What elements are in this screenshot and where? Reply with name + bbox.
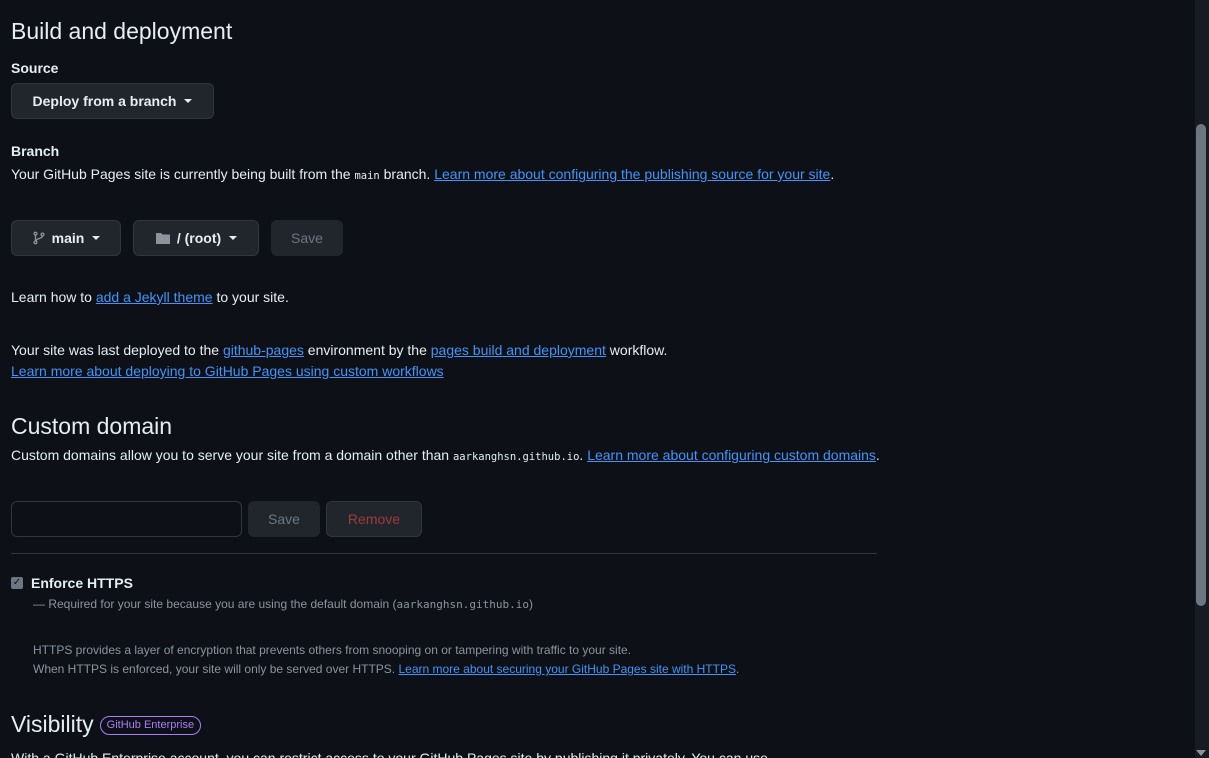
github-enterprise-badge: GitHub Enterprise bbox=[99, 715, 202, 735]
https-required-text: — Required for your site because you are… bbox=[33, 597, 397, 611]
build-heading: Build and deployment bbox=[11, 18, 233, 44]
https-required-note: — Required for your site because you are… bbox=[33, 597, 533, 611]
folder-select-button[interactable]: / (root) bbox=[133, 220, 259, 256]
branch-controls: main / (root) Save bbox=[11, 220, 343, 256]
last-deploy-line: Your site was last deployed to the githu… bbox=[11, 340, 667, 360]
branch-description: Your GitHub Pages site is currently bein… bbox=[11, 164, 881, 186]
publishing-source-link[interactable]: Learn more about configuring the publish… bbox=[434, 166, 830, 182]
branch-select-label: main bbox=[51, 230, 85, 246]
https-default-domain-code: aarkanghsn.github.io bbox=[396, 598, 529, 611]
visibility-heading: Visibility bbox=[11, 711, 94, 737]
github-pages-env-link[interactable]: github-pages bbox=[223, 342, 304, 358]
enforce-https-label: Enforce HTTPS bbox=[31, 575, 133, 591]
source-dropdown-label: Deploy from a branch bbox=[32, 93, 177, 109]
custom-domain-input[interactable] bbox=[11, 501, 242, 537]
deploy-text: Your site was last deployed to the bbox=[11, 342, 223, 358]
https-info-text: When HTTPS is enforced, your site will o… bbox=[33, 662, 399, 676]
custom-domain-save-button[interactable]: Save bbox=[248, 501, 320, 537]
custom-workflows-line: Learn more about deploying to GitHub Pag… bbox=[11, 361, 444, 381]
deploy-text-mid: environment by the bbox=[303, 342, 431, 358]
scroll-down-arrow-icon[interactable] bbox=[1196, 750, 1206, 756]
section-divider bbox=[11, 553, 877, 554]
deploy-text-end: workflow. bbox=[605, 342, 668, 358]
jekyll-theme-line: Learn how to add a Jekyll theme to your … bbox=[11, 287, 289, 307]
https-info-end: . bbox=[735, 662, 740, 676]
branch-desc-text: Your GitHub Pages site is currently bein… bbox=[11, 166, 355, 182]
enforce-https-checkbox[interactable]: ✓ bbox=[11, 577, 23, 589]
source-dropdown[interactable]: Deploy from a branch bbox=[11, 83, 214, 119]
branch-code: main bbox=[354, 170, 380, 182]
https-info-line-1: HTTPS provides a layer of encryption tha… bbox=[33, 643, 632, 657]
jekyll-text: Learn how to bbox=[11, 289, 96, 305]
git-branch-icon bbox=[33, 231, 45, 245]
custom-workflows-link[interactable]: Learn more about deploying to GitHub Pag… bbox=[11, 363, 444, 379]
https-required-end: ) bbox=[529, 597, 533, 611]
configure-custom-domains-link[interactable]: Learn more about configuring custom doma… bbox=[587, 447, 876, 463]
custom-domain-text-end: . bbox=[875, 447, 880, 463]
visibility-description: With a GitHub Enterprise account, you ca… bbox=[11, 750, 768, 758]
build-section: Build and deployment bbox=[11, 12, 232, 45]
chevron-down-icon bbox=[92, 236, 101, 240]
pages-workflow-link[interactable]: pages build and deployment bbox=[431, 342, 606, 358]
scrollbar-thumb[interactable] bbox=[1196, 124, 1206, 606]
branch-save-button[interactable]: Save bbox=[271, 220, 343, 256]
default-domain-code: aarkanghsn.github.io bbox=[452, 451, 580, 463]
visibility-heading-row: Visibility GitHub Enterprise bbox=[11, 710, 202, 738]
source-label: Source bbox=[11, 60, 59, 76]
branch-desc-end: . bbox=[830, 166, 835, 182]
custom-domain-controls: Save Remove bbox=[11, 501, 422, 537]
securing-https-link[interactable]: Learn more about securing your GitHub Pa… bbox=[398, 662, 736, 676]
enforce-https-row: ✓ Enforce HTTPS bbox=[11, 575, 133, 591]
jekyll-theme-link[interactable]: add a Jekyll theme bbox=[96, 289, 213, 305]
custom-domain-text: Custom domains allow you to serve your s… bbox=[11, 447, 453, 463]
folder-select-label: / (root) bbox=[176, 230, 222, 246]
custom-domain-description: Custom domains allow you to serve your s… bbox=[11, 445, 881, 467]
custom-domain-remove-button[interactable]: Remove bbox=[326, 501, 422, 537]
folder-icon bbox=[155, 233, 170, 244]
branch-desc-text-2: branch. bbox=[379, 166, 435, 182]
https-info-line-2: When HTTPS is enforced, your site will o… bbox=[33, 662, 739, 676]
chevron-down-icon bbox=[229, 236, 238, 240]
branch-label: Branch bbox=[11, 143, 60, 159]
chevron-down-icon bbox=[184, 99, 193, 103]
branch-select-button[interactable]: main bbox=[11, 220, 121, 256]
custom-domain-heading: Custom domain bbox=[11, 413, 173, 439]
jekyll-text-end: to your site. bbox=[212, 289, 289, 305]
